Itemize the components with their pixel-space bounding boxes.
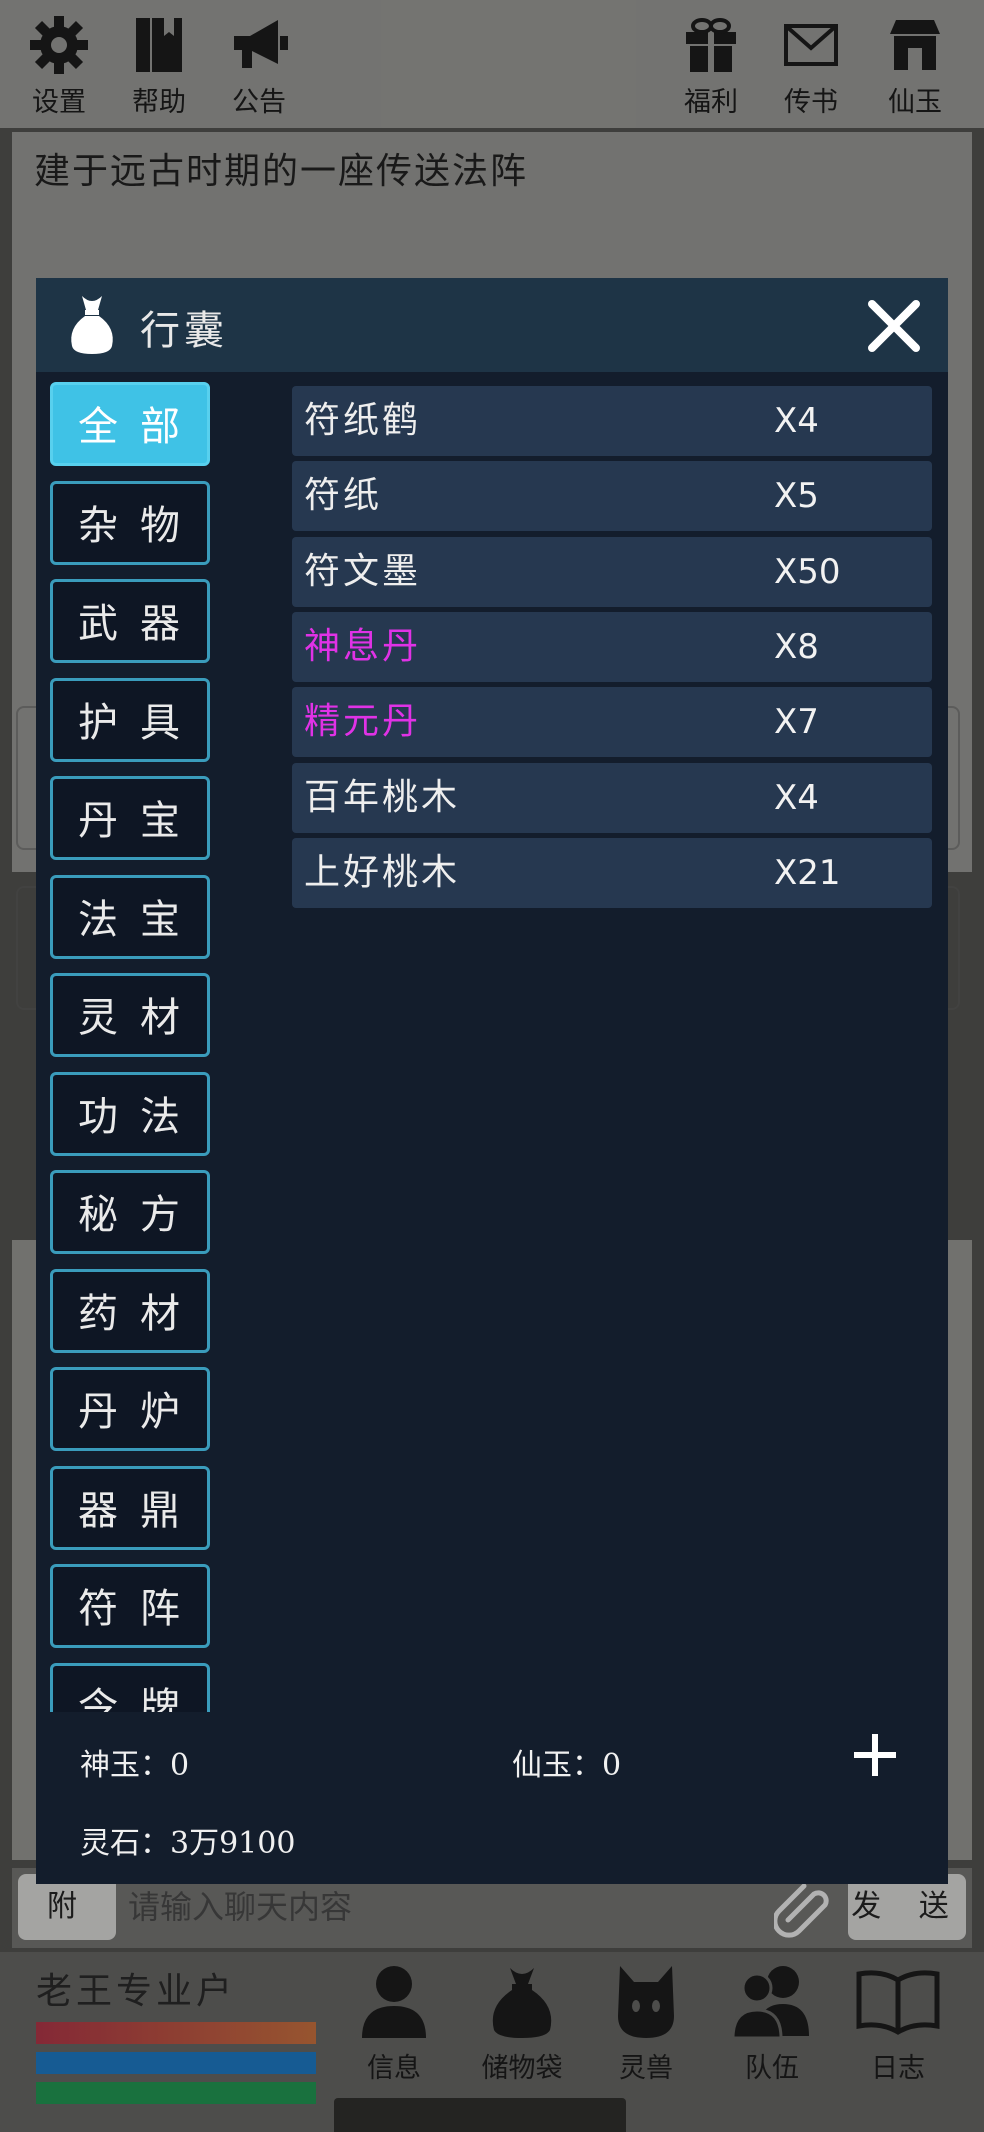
inventory-bag-icon [71, 296, 113, 354]
item-name: 符纸鹤 [304, 400, 422, 441]
inventory-item-row[interactable]: 精元丹 X7 [292, 687, 932, 758]
category-tab[interactable]: 功法 [50, 1071, 210, 1156]
category-tab[interactable]: 令牌 [50, 1662, 210, 1712]
category-tab[interactable]: 护具 [50, 677, 210, 762]
dialog-title: 行囊 [140, 308, 228, 354]
category-tab[interactable]: 符阵 [50, 1564, 210, 1648]
category-tab[interactable]: 器鼎 [50, 1465, 210, 1550]
category-tab[interactable]: 秘方 [50, 1170, 210, 1254]
shenyu-balance: 神玉：0 [80, 1748, 190, 1783]
xianyu-balance: 仙玉：0 [512, 1748, 622, 1783]
inventory-item-row[interactable]: 符纸鹤 X4 [292, 386, 932, 456]
lingshi-balance: 灵石：3万9100 [80, 1826, 296, 1861]
category-tab[interactable]: 全部 [50, 382, 210, 466]
inventory-item-row[interactable]: 上好桃木 X21 [292, 837, 932, 908]
category-list[interactable]: 全部杂物武器护具丹宝法宝灵材功法秘方药材丹炉器鼎符阵令牌 [36, 376, 266, 1712]
item-name: 精元丹 [304, 701, 422, 743]
category-tab[interactable]: 杂物 [50, 480, 210, 565]
category-tab[interactable]: 法宝 [50, 874, 210, 959]
category-tab[interactable]: 丹炉 [50, 1367, 210, 1451]
item-name: 百年桃木 [304, 776, 461, 818]
item-count: X4 [774, 401, 819, 441]
item-name: 符纸 [304, 475, 383, 517]
inventory-item-row[interactable]: 符文墨 X50 [292, 536, 932, 607]
category-tab[interactable]: 药材 [50, 1268, 210, 1353]
inventory-item-row[interactable]: 符纸 X5 [292, 461, 932, 532]
item-count: X7 [774, 702, 819, 743]
item-name: 符文墨 [304, 550, 422, 592]
item-count: X50 [774, 551, 841, 592]
plus-icon[interactable] [850, 1730, 900, 1780]
item-count: X21 [774, 852, 841, 893]
item-count: X4 [774, 777, 819, 818]
item-name: 上好桃木 [304, 851, 461, 893]
category-tab[interactable]: 丹宝 [50, 776, 210, 860]
item-count: X8 [774, 626, 819, 667]
inventory-item-row[interactable]: 神息丹 X8 [292, 611, 932, 682]
close-icon[interactable] [864, 296, 924, 356]
item-name: 神息丹 [304, 625, 422, 667]
category-tab[interactable]: 灵材 [50, 973, 210, 1057]
item-count: X5 [774, 476, 819, 517]
category-tab[interactable]: 武器 [50, 579, 210, 663]
inventory-item-row[interactable]: 百年桃木 X4 [292, 762, 932, 833]
